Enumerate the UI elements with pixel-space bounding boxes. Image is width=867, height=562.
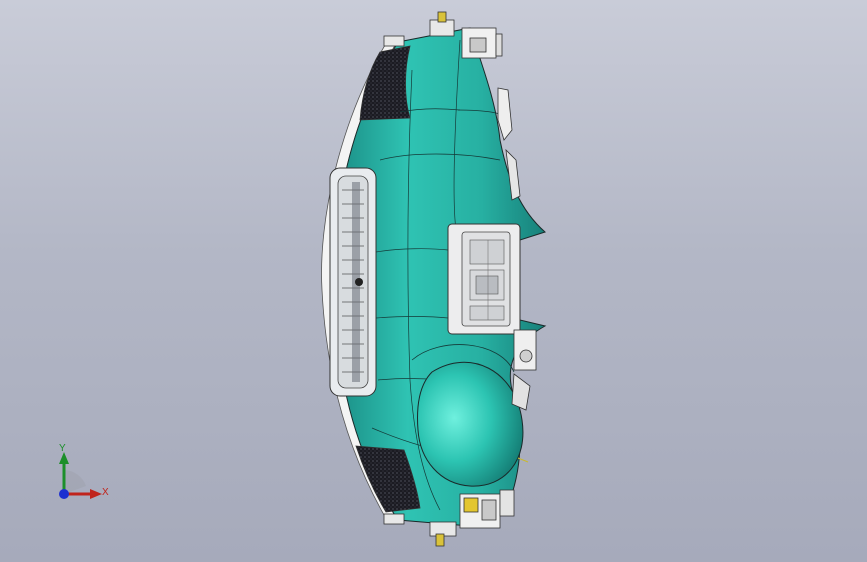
axis-triad-icon bbox=[59, 452, 102, 499]
cad-3d-viewport[interactable]: Y X bbox=[0, 0, 867, 562]
y-axis-label: Y bbox=[59, 443, 66, 454]
x-axis-label: X bbox=[102, 487, 109, 498]
coordinate-triad: Y X bbox=[40, 440, 120, 510]
speaker-grille-top bbox=[359, 45, 411, 121]
dashboard-3d-model[interactable] bbox=[0, 0, 867, 562]
